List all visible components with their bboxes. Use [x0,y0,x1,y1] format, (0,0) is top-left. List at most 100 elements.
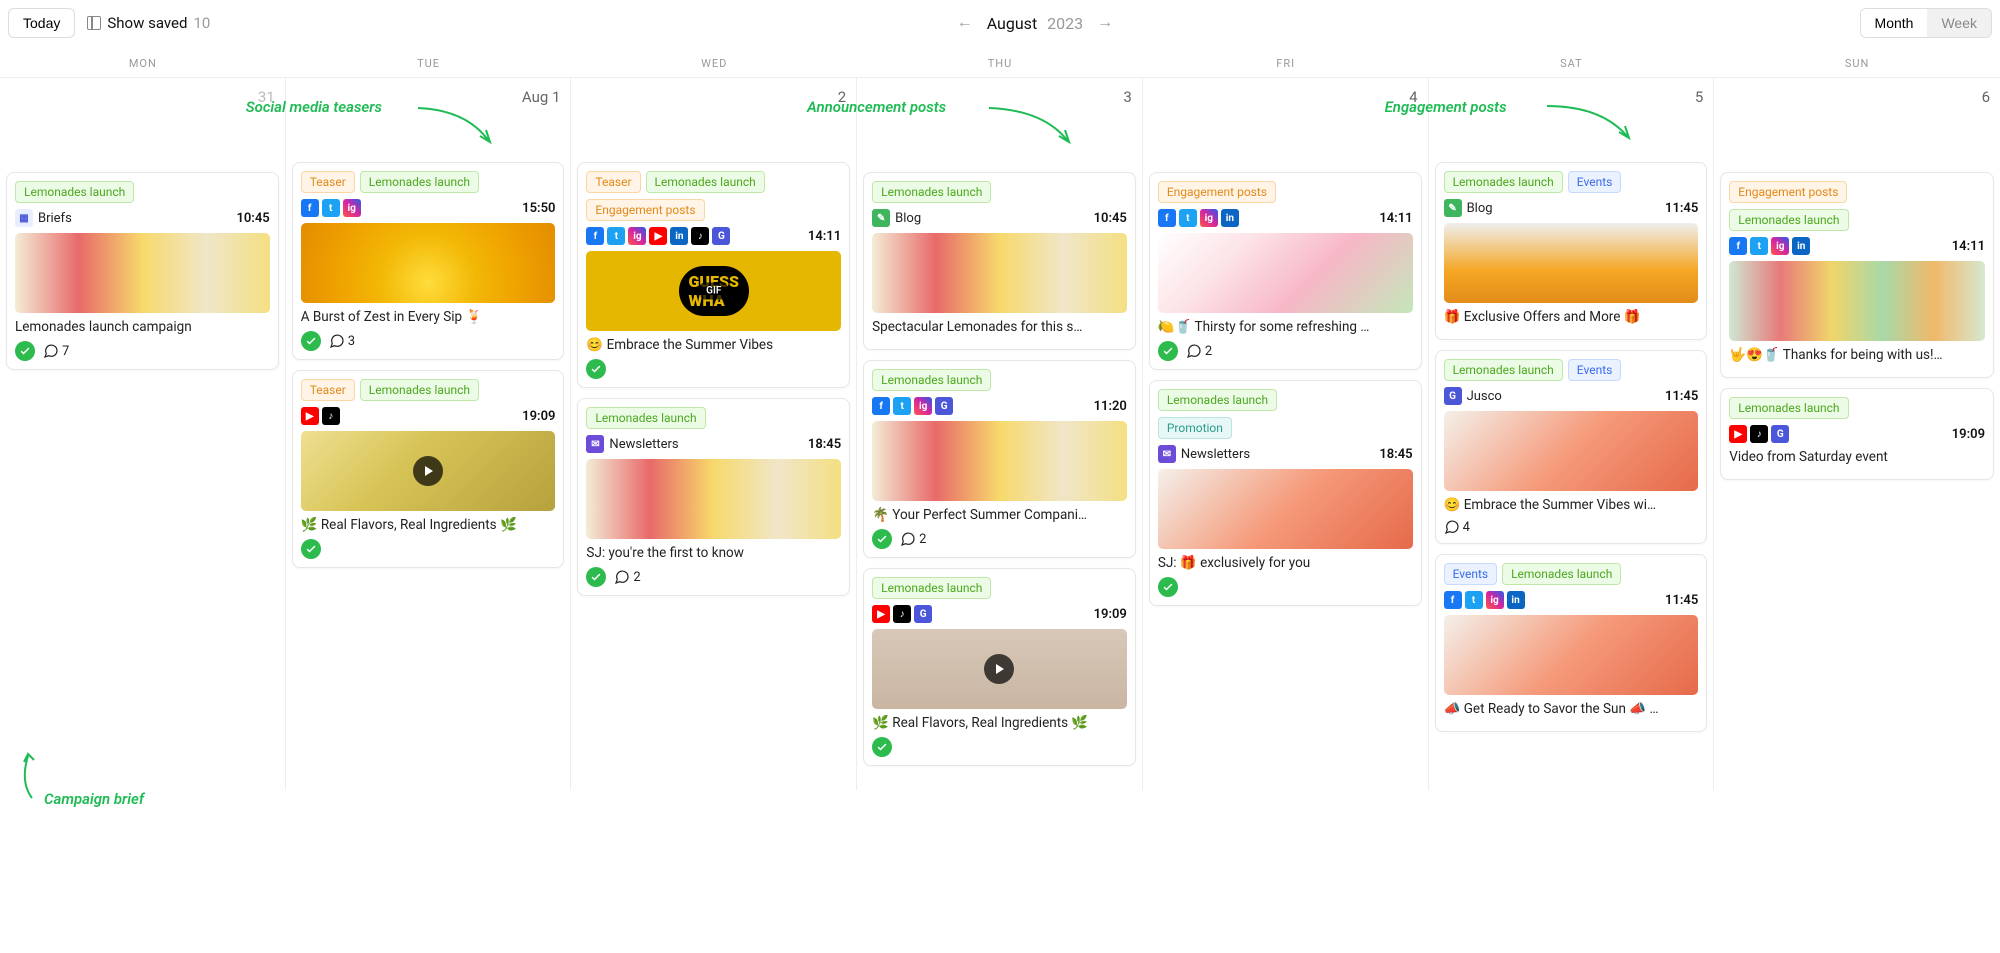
card-guess[interactable]: Teaser Lemonades launch Engagement posts… [577,162,850,388]
card-savor[interactable]: Events Lemonades launch f t ig in 11:45 … [1435,554,1708,732]
card-engage1[interactable]: Engagement posts f t ig in 14:11 🍋🥤 Thir… [1149,172,1422,370]
instagram-icon: ig [1200,209,1218,227]
month-view-button[interactable]: Month [1861,9,1928,37]
tag-lemon: Lemonades launch [15,181,134,203]
prev-month-button[interactable]: ← [953,11,977,35]
card-teaser1[interactable]: Teaser Lemonades launch f t ig 15:50 A B… [292,162,565,360]
comments-button[interactable]: 3 [329,333,355,349]
comments-button[interactable]: 2 [614,569,640,585]
tag-lemon: Lemonades launch [1729,209,1848,231]
play-icon [984,654,1014,684]
card-social-announce[interactable]: Lemonades launch f t ig G 11:20 🌴 Your P… [863,360,1136,558]
tag-lemon: Lemonades launch [1502,563,1621,585]
topbar: Today Show saved 10 ← August 2023 → Mont… [0,0,2000,50]
date-number: 31 [6,84,279,112]
card-title: SJ: you're the first to know [586,545,841,561]
comments-button[interactable]: 2 [1186,343,1212,359]
panel-icon [87,16,101,30]
card-video2[interactable]: Lemonades launch ▶ ♪ G 19:09 Video from … [1720,388,1994,480]
type-blog: Blog [895,211,921,226]
show-saved-toggle[interactable]: Show saved 10 [87,14,210,32]
google-icon: G [1771,425,1789,443]
card-teaser2[interactable]: Teaser Lemonades launch ▶ ♪ 19:09 🌿 Real… [292,370,565,568]
tag-engage: Engagement posts [586,199,704,221]
card-thanks[interactable]: Engagement posts Lemonades launch f t ig… [1720,172,1994,378]
week-view-button[interactable]: Week [1927,9,1991,37]
card-title: 🍋🥤 Thirsty for some refreshing … [1158,319,1413,335]
card-newsletter[interactable]: Lemonades launch ✉Newsletters 18:45 SJ: … [577,398,850,596]
check-icon [15,341,35,361]
card-time: 10:45 [236,211,269,226]
card-time: 14:11 [1952,239,1985,254]
card-brief[interactable]: Lemonades launch ▦ Briefs 10:45 Lemonades… [6,172,279,370]
today-button[interactable]: Today [8,8,75,38]
instagram-icon: ig [628,227,646,245]
play-icon [413,456,443,486]
youtube-icon: ▶ [1729,425,1747,443]
calendar-grid: 31 Lemonades launch ▦ Briefs 10:45 Lemona… [0,78,2000,790]
card-title: Spectacular Lemonades for this s… [872,319,1127,335]
google-icon: G [935,397,953,415]
weekday: WED [571,50,857,77]
comments-button[interactable]: 7 [43,343,69,359]
card-offers[interactable]: Lemonades launch Events ✎Blog 11:45 🎁 Ex… [1435,162,1708,340]
platform-icons: f t ig G [872,397,953,415]
twitter-icon: t [322,199,340,217]
briefs-icon: ▦ [15,209,33,227]
comments-button[interactable]: 4 [1444,519,1470,535]
day-cell: 31 Lemonades launch ▦ Briefs 10:45 Lemona… [0,78,286,790]
card-jusco[interactable]: Lemonades launch Events GJusco 11:45 😊 E… [1435,350,1708,544]
card-title: 😊 Embrace the Summer Vibes [586,337,841,353]
blog-icon: ✎ [872,209,890,227]
day-cell: 2 Announcement posts Teaser Lemonades la… [571,78,857,790]
card-video[interactable]: Lemonades launch ▶ ♪ G 19:09 🌿 Real Flav… [863,568,1136,766]
tag-lemon: Lemonades launch [360,379,479,401]
check-icon [872,737,892,757]
card-time: 19:09 [1952,427,1985,442]
day-cell: 6 Engagement posts Lemonades launch f t … [1714,78,2000,790]
youtube-icon: ▶ [872,605,890,623]
tag-lemon: Lemonades launch [1729,397,1848,419]
view-toggle: Month Week [1860,8,1992,38]
card-title: 🌿 Real Flavors, Real Ingredients 🌿 [301,517,556,533]
card-time: 11:45 [1665,389,1698,404]
instagram-icon: ig [1771,237,1789,255]
type-briefs: Briefs [38,211,72,226]
card-thumb [1158,469,1413,549]
card-thumb [301,431,556,511]
card-thumb [1444,615,1699,695]
facebook-icon: f [1444,591,1462,609]
tag-engage: Engagement posts [1158,181,1276,203]
linkedin-icon: in [670,227,688,245]
card-time: 11:45 [1665,201,1698,216]
tag-promo: Promotion [1158,417,1232,439]
google-icon: G [712,227,730,245]
tag-teaser: Teaser [301,379,355,401]
card-blog[interactable]: Lemonades launch ✎Blog 10:45 Spectacular… [863,172,1136,350]
type-jusco: Jusco [1467,389,1502,404]
comments-button[interactable]: 2 [900,531,926,547]
card-title: 🤟😍🥤 Thanks for being with us!… [1729,347,1985,363]
platform-icons: ▶ ♪ G [1729,425,1789,443]
next-month-button[interactable]: → [1093,11,1117,35]
card-thumb [586,459,841,539]
check-icon [872,529,892,549]
card-newsletter2[interactable]: Lemonades launch Promotion ✉Newsletters … [1149,380,1422,606]
day-cell: 5 Engagement posts Lemonades launch Even… [1429,78,1715,790]
tag-lemon: Lemonades launch [1158,389,1277,411]
facebook-icon: f [872,397,890,415]
youtube-icon: ▶ [649,227,667,245]
weekday: SAT [1429,50,1715,77]
type-newsletter: Newsletters [1181,447,1250,462]
card-time: 15:50 [522,201,555,216]
tiktok-icon: ♪ [1750,425,1768,443]
weekday: FRI [1143,50,1429,77]
card-title: Lemonades launch campaign [15,319,270,335]
youtube-icon: ▶ [301,407,319,425]
card-thumb [15,233,270,313]
tag-lemon: Lemonades launch [872,181,991,203]
current-month: August [987,14,1037,33]
card-time: 19:09 [1094,607,1127,622]
blog-icon: ✎ [1444,199,1462,217]
platform-icons: ▶ ♪ G [872,605,932,623]
